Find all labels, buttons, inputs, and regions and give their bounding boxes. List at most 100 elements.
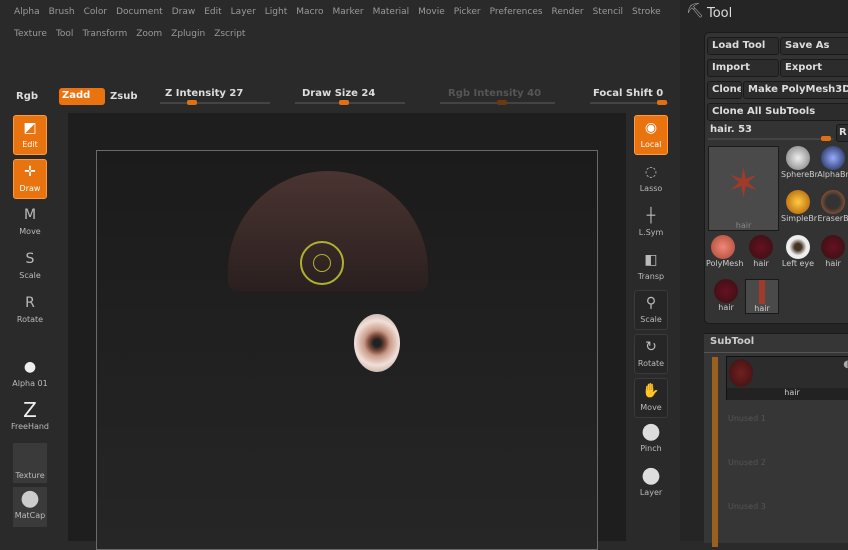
eye-mesh — [354, 314, 400, 372]
focal-shift-slider[interactable] — [590, 100, 668, 105]
r-button[interactable]: R — [836, 124, 848, 142]
z-intensity-slider[interactable] — [160, 100, 270, 105]
menu-brush[interactable]: Brush — [49, 7, 75, 17]
hand-icon: ✋ — [642, 383, 660, 399]
menu-transform[interactable]: Transform — [82, 29, 127, 39]
canvas-viewport[interactable] — [68, 113, 626, 550]
subtool-item-hair[interactable]: hair ◐ — [726, 356, 848, 400]
layer-icon: ● — [641, 463, 661, 488]
pinch-button[interactable]: ● Pinch — [634, 420, 668, 460]
thumb-polymesh[interactable]: PolyMesh — [706, 235, 743, 268]
menu-tool[interactable]: Tool — [56, 29, 73, 39]
menu-picker[interactable]: Picker — [454, 7, 481, 17]
subtool-unused-1[interactable]: Unused 1 — [728, 414, 766, 423]
subtool-scrollbar[interactable] — [712, 357, 718, 547]
visibility-eye-icon[interactable]: ◐ — [843, 359, 848, 370]
stroke-button[interactable]: Z FreeHand — [8, 398, 52, 438]
thumb-hair[interactable]: hair — [816, 235, 848, 268]
label: Move — [19, 227, 41, 236]
import-button[interactable]: Import — [707, 59, 779, 77]
tool-slider[interactable] — [708, 136, 833, 141]
scale-icon: S — [25, 251, 35, 267]
zsub-button[interactable]: Zsub — [110, 91, 137, 102]
move-button[interactable]: M Move — [13, 203, 47, 243]
matcap-button[interactable]: ● MatCap — [13, 487, 47, 527]
menu-stencil[interactable]: Stencil — [593, 7, 623, 17]
lsym-button[interactable]: ┼ L.Sym — [634, 204, 668, 244]
menu-color[interactable]: Color — [84, 7, 108, 17]
rgb-intensity-slider[interactable] — [440, 100, 555, 105]
label: hair — [735, 221, 752, 230]
transp-button[interactable]: ◧ Transp — [634, 248, 668, 288]
local-icon: ◉ — [644, 120, 658, 136]
menu-marker[interactable]: Marker — [332, 7, 363, 17]
label: Scale — [19, 271, 41, 280]
make-polymesh-button[interactable]: Make PolyMesh3D — [743, 81, 848, 99]
menu-zscript[interactable]: Zscript — [214, 29, 245, 39]
load-tool-button[interactable]: Load Tool — [707, 37, 779, 55]
label: Lasso — [639, 184, 663, 193]
menu-edit[interactable]: Edit — [204, 7, 221, 17]
menu-texture[interactable]: Texture — [14, 29, 47, 39]
thumb-hair-figure[interactable]: hair — [745, 279, 779, 314]
thumb-hair[interactable]: hair — [709, 279, 743, 312]
menu-light[interactable]: Light — [265, 7, 287, 17]
thumb-spherebrush[interactable]: SphereBr — [781, 146, 818, 179]
main-tool-thumbnail[interactable]: ✶ hair — [708, 146, 779, 231]
subtool-title[interactable]: SubTool — [710, 336, 754, 347]
rotate-view-button[interactable]: ↻ Rotate — [634, 334, 668, 374]
menu-document[interactable]: Document — [116, 7, 163, 17]
scale-view-button[interactable]: ⚲ Scale — [634, 290, 668, 330]
menu-stroke[interactable]: Stroke — [632, 7, 661, 17]
menu-layer[interactable]: Layer — [231, 7, 256, 17]
slider-knob[interactable] — [821, 136, 831, 141]
zadd-button[interactable]: Zadd — [59, 88, 105, 105]
slider-knob[interactable] — [497, 100, 507, 105]
slider-knob[interactable] — [339, 100, 349, 105]
z-intensity-label: Z Intensity 27 — [165, 88, 244, 99]
draw-button[interactable]: ✛ Draw — [13, 159, 47, 199]
clone-all-subtools-button[interactable]: Clone All SubTools — [707, 103, 848, 121]
draw-size-slider[interactable] — [295, 100, 405, 105]
label: MatCap — [14, 511, 46, 520]
thumb-left-eye[interactable]: Left eye — [781, 235, 815, 268]
rgb-toggle[interactable]: Rgb — [16, 91, 38, 102]
symmetry-icon: ┼ — [646, 208, 656, 224]
menu-material[interactable]: Material — [373, 7, 410, 17]
subtool-thumbnail — [729, 359, 753, 387]
menu-preferences[interactable]: Preferences — [490, 7, 543, 17]
thumb-hair[interactable]: hair — [744, 235, 778, 268]
menu-render[interactable]: Render — [552, 7, 584, 17]
rotate-button[interactable]: R Rotate — [13, 291, 47, 331]
slider-knob[interactable] — [187, 100, 197, 105]
label: Rotate — [16, 315, 44, 324]
subtool-unused-2[interactable]: Unused 2 — [728, 458, 766, 467]
clone-button[interactable]: Clone — [707, 81, 742, 99]
thumb-eraserbrush[interactable]: EraserB — [816, 190, 848, 223]
texture-button[interactable]: Texture — [13, 443, 47, 483]
subtool-unused-3[interactable]: Unused 3 — [728, 502, 766, 511]
local-button[interactable]: ◉ Local — [634, 115, 668, 155]
brush-cursor — [300, 241, 344, 285]
tool-title[interactable]: Tool — [707, 6, 732, 21]
thumb-simplebrush[interactable]: SimpleBr — [781, 190, 817, 223]
move-view-button[interactable]: ✋ Move — [634, 378, 668, 418]
export-button[interactable]: Export — [780, 59, 848, 77]
label: Pinch — [640, 444, 662, 453]
menu-alpha[interactable]: Alpha — [14, 7, 40, 17]
menu-zoom[interactable]: Zoom — [136, 29, 162, 39]
label: Rotate — [637, 359, 665, 368]
save-as-button[interactable]: Save As — [780, 37, 848, 55]
menu-macro[interactable]: Macro — [296, 7, 323, 17]
menu-draw[interactable]: Draw — [172, 7, 196, 17]
layer-button[interactable]: ● Layer — [634, 464, 668, 504]
edit-button[interactable]: ◩ Edit — [13, 115, 47, 155]
menu-zplugin[interactable]: Zplugin — [171, 29, 205, 39]
alpha-button[interactable]: ● Alpha 01 — [8, 355, 52, 395]
thumb-alphabrush[interactable]: AlphaBr — [816, 146, 848, 179]
slider-knob[interactable] — [657, 100, 667, 105]
pinch-icon: ● — [641, 419, 661, 444]
menu-movie[interactable]: Movie — [418, 7, 445, 17]
scale-button[interactable]: S Scale — [13, 247, 47, 287]
lasso-button[interactable]: ◌ Lasso — [634, 160, 668, 200]
